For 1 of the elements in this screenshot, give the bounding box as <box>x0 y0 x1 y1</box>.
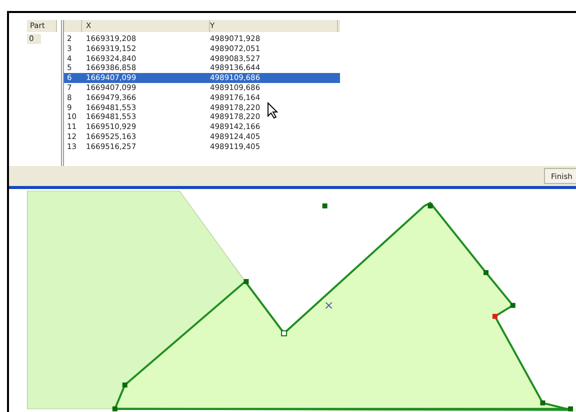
mouse-pointer-icon <box>267 102 278 119</box>
